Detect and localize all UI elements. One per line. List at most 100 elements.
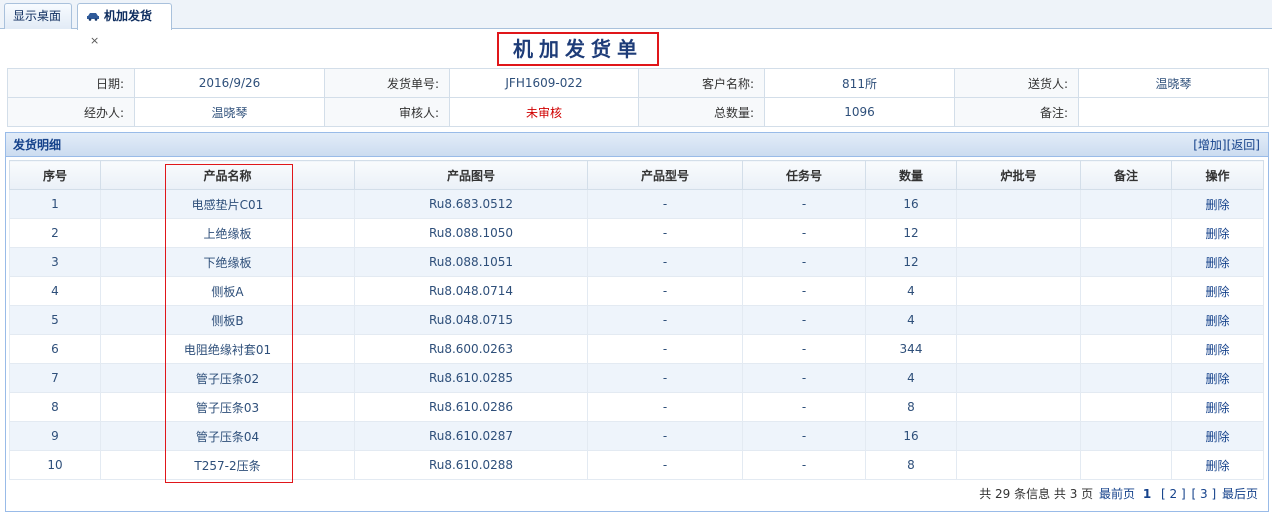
cell-drawing-no: Ru8.048.0714 bbox=[354, 276, 588, 306]
cell-product-name: 管子压条04 bbox=[100, 421, 355, 451]
cell-task-no: - bbox=[742, 247, 866, 277]
cell-product-name: 侧板A bbox=[100, 276, 355, 306]
cell-batch-no bbox=[956, 276, 1081, 306]
page-2-link[interactable]: [ 2 ] bbox=[1161, 487, 1186, 501]
cell-task-no: - bbox=[742, 421, 866, 451]
cell-product-name: 管子压条02 bbox=[100, 363, 355, 393]
cell-batch-no bbox=[956, 189, 1081, 219]
cell-product-name: 管子压条03 bbox=[100, 392, 355, 422]
delete-button[interactable]: 删除 bbox=[1171, 305, 1264, 335]
delete-button[interactable]: 删除 bbox=[1171, 421, 1264, 451]
cell-drawing-no: Ru8.610.0287 bbox=[354, 421, 588, 451]
cell-product-name: 电感垫片C01 bbox=[100, 189, 355, 219]
cell-model: - bbox=[587, 334, 743, 364]
cell-model: - bbox=[587, 189, 743, 219]
remark-value bbox=[1078, 97, 1269, 127]
cell-task-no: - bbox=[742, 218, 866, 248]
cell-task-no: - bbox=[742, 450, 866, 480]
table-row[interactable]: 4 侧板A Ru8.048.0714- -4 删除 bbox=[9, 276, 1264, 306]
page-3-link[interactable]: [ 3 ] bbox=[1192, 487, 1217, 501]
table-row[interactable]: 5 侧板B Ru8.048.0715- -4 删除 bbox=[9, 305, 1264, 335]
cell-batch-no bbox=[956, 363, 1081, 393]
order-no-label: 发货单号: bbox=[324, 68, 450, 98]
cell-no: 7 bbox=[9, 363, 101, 393]
add-button[interactable]: [增加] bbox=[1193, 138, 1226, 152]
cell-drawing-no: Ru8.610.0285 bbox=[354, 363, 588, 393]
panel-header: 发货明细 [增加][返回] bbox=[6, 133, 1268, 157]
table-row[interactable]: 2 上绝缘板 Ru8.088.1050- -12 删除 bbox=[9, 218, 1264, 248]
tab-machining-delivery[interactable]: 机加发货 × bbox=[77, 3, 172, 47]
col-header-model[interactable]: 产品型号 bbox=[587, 160, 743, 190]
tab-label: 机加发货 bbox=[104, 9, 153, 23]
cell-no: 3 bbox=[9, 247, 101, 277]
tab-show-desktop[interactable]: 显示桌面 bbox=[4, 3, 72, 29]
cell-no: 9 bbox=[9, 421, 101, 451]
cell-batch-no bbox=[956, 392, 1081, 422]
panel-actions: [增加][返回] bbox=[1193, 133, 1260, 157]
cell-remark bbox=[1080, 247, 1172, 277]
cell-no: 10 bbox=[9, 450, 101, 480]
cell-model: - bbox=[587, 421, 743, 451]
table-row[interactable]: 7 管子压条02 Ru8.610.0285- -4 删除 bbox=[9, 363, 1264, 393]
sender-label: 送货人: bbox=[954, 68, 1079, 98]
delete-button[interactable]: 删除 bbox=[1171, 247, 1264, 277]
remark-label: 备注: bbox=[954, 97, 1079, 127]
col-header-drawing-no[interactable]: 产品图号 bbox=[354, 160, 588, 190]
cell-remark bbox=[1080, 450, 1172, 480]
page-title: 机加发货单 bbox=[497, 32, 659, 66]
cell-no: 1 bbox=[9, 189, 101, 219]
cell-batch-no bbox=[956, 218, 1081, 248]
cell-remark bbox=[1080, 392, 1172, 422]
customer-value: 811所 bbox=[764, 68, 955, 98]
date-label: 日期: bbox=[7, 68, 135, 98]
cell-drawing-no: Ru8.610.0286 bbox=[354, 392, 588, 422]
cell-task-no: - bbox=[742, 392, 866, 422]
cell-model: - bbox=[587, 276, 743, 306]
cell-remark bbox=[1080, 334, 1172, 364]
delete-button[interactable]: 删除 bbox=[1171, 363, 1264, 393]
cell-task-no: - bbox=[742, 363, 866, 393]
cell-no: 5 bbox=[9, 305, 101, 335]
back-button[interactable]: [返回] bbox=[1227, 138, 1260, 152]
col-header-task-no[interactable]: 任务号 bbox=[742, 160, 866, 190]
table-row[interactable]: 8 管子压条03 Ru8.610.0286- -8 删除 bbox=[9, 392, 1264, 422]
order-no-value: JFH1609-022 bbox=[449, 68, 639, 98]
delete-button[interactable]: 删除 bbox=[1171, 334, 1264, 364]
delivery-detail-table: 序号 产品名称 产品图号 产品型号 任务号 数量 炉批号 备注 操作 1 电感垫片… bbox=[9, 160, 1264, 480]
table-row[interactable]: 1 电感垫片C01 Ru8.683.0512- -16 删除 bbox=[9, 189, 1264, 219]
cell-batch-no bbox=[956, 450, 1081, 480]
cell-batch-no bbox=[956, 334, 1081, 364]
col-header-no[interactable]: 序号 bbox=[9, 160, 101, 190]
delete-button[interactable]: 删除 bbox=[1171, 276, 1264, 306]
table-header-row: 序号 产品名称 产品图号 产品型号 任务号 数量 炉批号 备注 操作 bbox=[9, 160, 1264, 190]
table-row[interactable]: 3 下绝缘板 Ru8.088.1051- -12 删除 bbox=[9, 247, 1264, 277]
cell-drawing-no: Ru8.088.1050 bbox=[354, 218, 588, 248]
first-page-link[interactable]: 最前页 bbox=[1099, 487, 1135, 501]
cell-model: - bbox=[587, 450, 743, 480]
col-header-remark[interactable]: 备注 bbox=[1080, 160, 1172, 190]
cell-drawing-no: Ru8.088.1051 bbox=[354, 247, 588, 277]
delete-button[interactable]: 删除 bbox=[1171, 218, 1264, 248]
cell-drawing-no: Ru8.600.0263 bbox=[354, 334, 588, 364]
cell-remark bbox=[1080, 305, 1172, 335]
customer-label: 客户名称: bbox=[638, 68, 765, 98]
col-header-operation[interactable]: 操作 bbox=[1171, 160, 1264, 190]
table-row[interactable]: 6 电阻绝缘衬套01 Ru8.600.0263- -344 删除 bbox=[9, 334, 1264, 364]
cell-remark bbox=[1080, 363, 1172, 393]
close-icon[interactable]: × bbox=[90, 34, 99, 47]
col-header-quantity[interactable]: 数量 bbox=[865, 160, 957, 190]
col-header-product-name[interactable]: 产品名称 bbox=[100, 160, 355, 190]
handler-label: 经办人: bbox=[7, 97, 135, 127]
cell-quantity: 8 bbox=[865, 392, 957, 422]
col-header-batch-no[interactable]: 炉批号 bbox=[956, 160, 1081, 190]
last-page-link[interactable]: 最后页 bbox=[1222, 487, 1258, 501]
cell-quantity: 16 bbox=[865, 421, 957, 451]
delete-button[interactable]: 删除 bbox=[1171, 450, 1264, 480]
cell-quantity: 4 bbox=[865, 305, 957, 335]
delete-button[interactable]: 删除 bbox=[1171, 189, 1264, 219]
cell-model: - bbox=[587, 363, 743, 393]
delete-button[interactable]: 删除 bbox=[1171, 392, 1264, 422]
table-row[interactable]: 9 管子压条04 Ru8.610.0287- -16 删除 bbox=[9, 421, 1264, 451]
cell-batch-no bbox=[956, 305, 1081, 335]
table-row[interactable]: 10 T257-2压条 Ru8.610.0288- -8 删除 bbox=[9, 450, 1264, 480]
